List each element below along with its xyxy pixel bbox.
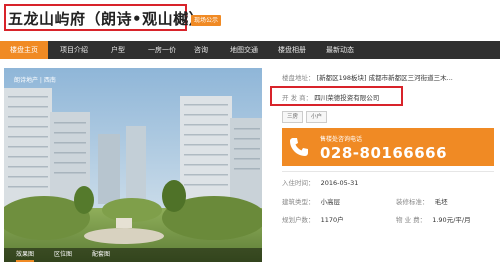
main-nav: 楼盘主页 项目介绍 户型 一房一价 咨询 地图交通 楼盘相册 最新动态 [0,41,500,59]
nav-item-intro[interactable]: 项目介绍 [52,41,96,59]
photo-tab-bar: 效果图 区位图 配套图 [4,248,262,262]
nav-item-news[interactable]: 最新动态 [318,41,362,59]
households-label: 规划户数： [282,216,315,224]
tag-small-unit[interactable]: 小户 [306,111,328,123]
developer-value: 四川荣德投资有限公司 [314,94,380,102]
nav-item-consult[interactable]: 咨询 [186,41,216,59]
nav-item-home[interactable]: 楼盘主页 [0,41,48,59]
decoration-label: 装修标准： [396,198,429,206]
nav-item-map[interactable]: 地图交通 [222,41,266,59]
project-rendering[interactable]: 朗诗地产 | 西南 效果图 区位图 配套图 [4,68,262,262]
move-in-value: 2016-05-31 [320,179,359,187]
households-value: 1170户 [320,216,344,224]
households-row: 规划户数： 1170户 [282,214,344,224]
sales-phone-banner[interactable]: 售楼处咨询电话 028-80166666 [282,128,494,166]
developer-watermark: 朗诗地产 | 西南 [14,77,56,84]
decoration-row: 装修标准： 毛坯 [396,196,448,206]
property-fee-label: 物 业 费： [396,216,427,224]
tab-renderings[interactable]: 效果图 [16,248,35,262]
developer-label: 开 发 商： [282,94,313,102]
building-type-label: 建筑类型： [282,198,315,206]
building-type-value: 小高层 [320,198,341,206]
address-label: 楼盘地址： [282,74,315,82]
property-fee-value: 1.90元/平/月 [432,216,471,224]
move-in-label: 入住时间： [282,179,315,187]
phone-number[interactable]: 028-80166666 [320,144,447,162]
status-badge[interactable]: 现场公示 [191,15,222,26]
tab-facilities[interactable]: 配套图 [92,248,110,262]
developer-row: 开 发 商： 四川荣德投资有限公司 [282,92,379,102]
address-value[interactable]: [新都区198板块] 成都市新都区三河街道三木... [317,74,453,82]
move-in-row: 入住时间： 2016-05-31 [282,177,358,187]
tab-location-map[interactable]: 区位图 [54,248,72,262]
rendering-image [4,68,262,262]
address-row: 楼盘地址： [新都区198板块] 成都市新都区三河街道三木... [282,72,453,82]
phone-label: 售楼处咨询电话 [320,136,363,143]
nav-item-album[interactable]: 楼盘相册 [270,41,314,59]
tag-three-bedroom[interactable]: 三房 [282,111,304,123]
building-type-row: 建筑类型： 小高层 [282,196,340,206]
phone-icon [290,138,308,156]
property-fee-row: 物 业 费： 1.90元/平/月 [396,214,471,224]
nav-item-price-list[interactable]: 一房一价 [140,41,184,59]
divider [282,171,494,172]
decoration-value: 毛坯 [434,198,448,206]
nav-item-floorplan[interactable]: 户型 [100,41,136,59]
page-title: 五龙山屿府（朗诗•观山樾） [8,10,205,28]
